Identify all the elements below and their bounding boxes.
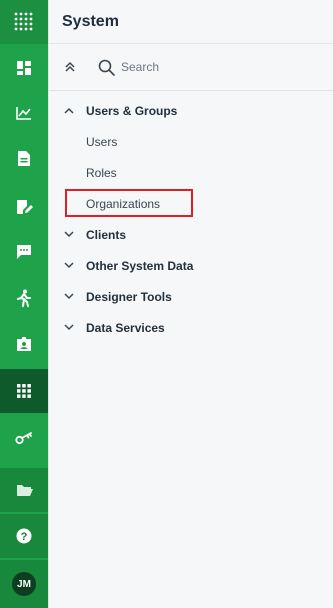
panel-header: System: [49, 0, 333, 44]
chat-icon: [17, 245, 31, 259]
rail-help[interactable]: ?: [0, 514, 48, 558]
activity-icon: [17, 289, 31, 307]
search-placeholder: Search: [121, 60, 160, 74]
tree-group-label: Clients: [86, 227, 127, 242]
folder-icon: [16, 485, 33, 496]
document-icon: [18, 150, 30, 166]
tree-group-label: Other System Data: [86, 258, 194, 273]
tree-item-label: Users: [86, 134, 118, 149]
rail-dashboard[interactable]: [0, 46, 48, 90]
rail-documents[interactable]: [0, 136, 48, 180]
search-input[interactable]: Search: [98, 59, 159, 76]
edit-document-icon: [16, 199, 33, 214]
chevron-down-icon: [64, 293, 74, 300]
rail-system[interactable]: [0, 369, 48, 413]
rail-contacts[interactable]: [0, 322, 48, 366]
system-grid-icon: [17, 384, 31, 398]
tree-group-label: Designer Tools: [86, 289, 172, 304]
app-launcher-button[interactable]: [0, 0, 48, 44]
page-title: System: [62, 12, 119, 30]
svg-text:?: ?: [21, 531, 28, 543]
help-icon: ?: [16, 528, 32, 544]
chart-line-icon: [16, 107, 31, 120]
tree-group-label: Users & Groups: [86, 103, 178, 118]
app-nav-rail: ? JM: [0, 0, 48, 608]
chevron-up-icon: [64, 107, 74, 114]
dashboard-icon: [17, 61, 31, 75]
chevron-down-icon: [64, 231, 74, 238]
panel-toolbar: Search: [49, 44, 333, 91]
tree-group-label: Data Services: [86, 320, 165, 335]
tree-group-clients[interactable]: Clients: [49, 219, 333, 250]
avatar: JM: [12, 572, 36, 596]
tree-item-label: Roles: [86, 165, 117, 180]
chevron-down-icon: [64, 262, 74, 269]
rail-security[interactable]: [0, 416, 48, 460]
tree-group-data-services[interactable]: Data Services: [49, 312, 333, 343]
tree-group-users-groups[interactable]: Users & Groups: [49, 95, 333, 126]
highlight-box: [65, 189, 193, 217]
key-icon: [15, 432, 32, 445]
rail-files[interactable]: [0, 468, 48, 512]
tree-item-users[interactable]: Users: [49, 126, 333, 157]
tree-item-organizations[interactable]: Organizations: [49, 188, 333, 219]
collapse-all-button[interactable]: [64, 61, 78, 73]
rail-user-profile[interactable]: JM: [0, 560, 48, 608]
rail-forms[interactable]: [0, 184, 48, 228]
tree-item-roles[interactable]: Roles: [49, 157, 333, 188]
nav-tree: Users & Groups Users Roles Organizations…: [49, 91, 333, 343]
double-chevron-up-icon: [65, 61, 75, 72]
contact-card-icon: [17, 336, 31, 351]
search-icon: [98, 59, 115, 76]
rail-activity[interactable]: [0, 276, 48, 320]
rail-reports[interactable]: [0, 91, 48, 135]
rail-messages[interactable]: [0, 230, 48, 274]
system-nav-panel: System Search Users & Groups Users Roles…: [48, 0, 333, 608]
app-grid-icon: [14, 12, 33, 31]
chevron-down-icon: [64, 324, 74, 331]
tree-group-other-system-data[interactable]: Other System Data: [49, 250, 333, 281]
tree-group-designer-tools[interactable]: Designer Tools: [49, 281, 333, 312]
